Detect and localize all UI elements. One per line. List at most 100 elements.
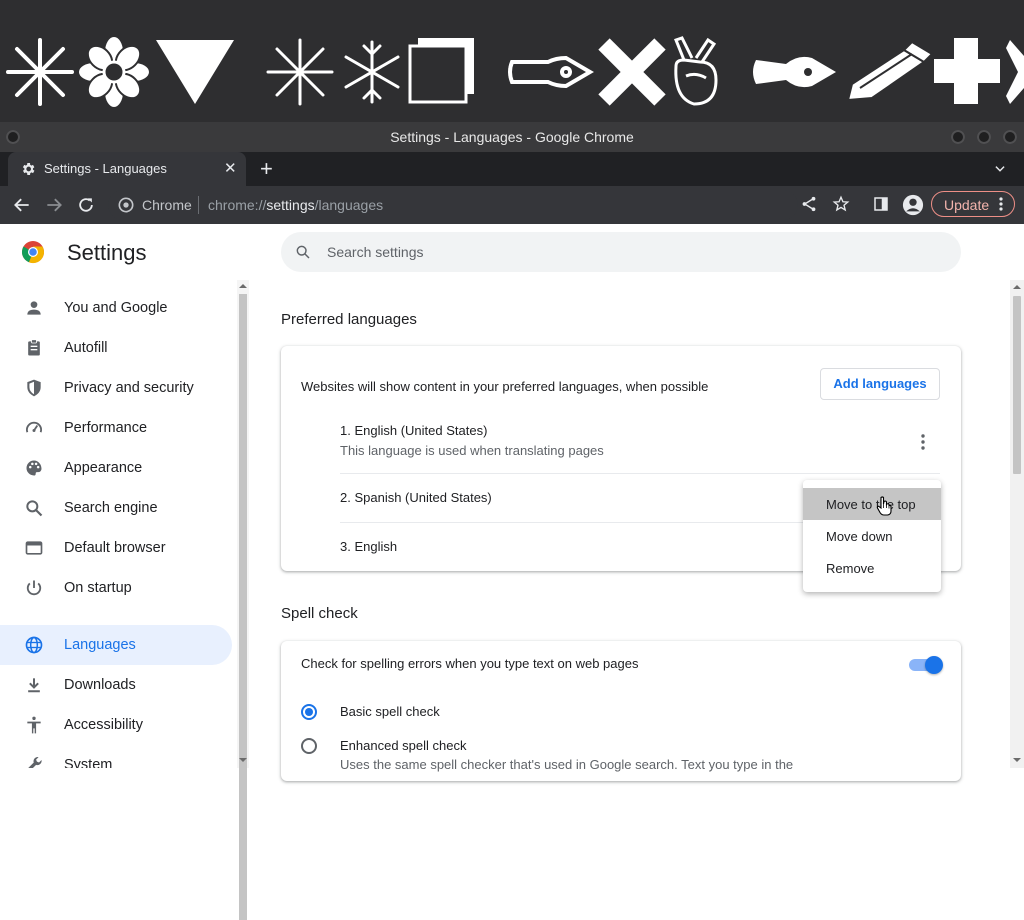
shadowed-square-glyph-icon: [408, 38, 474, 104]
spell-check-toggle-label: Check for spelling errors when you type …: [301, 656, 639, 671]
new-tab-button[interactable]: +: [260, 156, 273, 182]
desktop-background: [0, 0, 1024, 122]
sidebar-item-autofill[interactable]: Autofill: [0, 328, 232, 368]
scroll-up-arrow-icon[interactable]: [239, 282, 247, 290]
down-triangle-glyph-icon: [156, 40, 234, 104]
settings-title: Settings: [67, 240, 147, 265]
browser-toolbar: Chrome chrome://settings/languages Updat…: [0, 186, 1024, 224]
hand-cursor-icon: [876, 496, 892, 516]
sidebar-item-default-browser[interactable]: Default browser: [0, 528, 232, 568]
window-titlebar: Settings - Languages - Google Chrome: [0, 122, 1024, 152]
sidebar-item-on-startup[interactable]: On startup: [0, 568, 232, 608]
basic-spell-check-label: Basic spell check: [340, 704, 440, 719]
main-scrollbar-thumb[interactable]: [1013, 296, 1021, 474]
chrome-logo-icon: [21, 241, 45, 264]
shield-icon: [27, 379, 41, 397]
pen-nib-outline-glyph-icon: [508, 55, 594, 89]
asterisk-glyph-icon: [6, 38, 74, 106]
flower-glyph-icon: [77, 35, 151, 109]
more-vertical-icon: [999, 197, 1003, 211]
search-placeholder: Search settings: [327, 244, 424, 260]
heavy-x-glyph-icon: [598, 38, 666, 106]
address-separator: [198, 196, 199, 214]
language-item-3: 3. English: [340, 539, 398, 554]
tab-settings-languages[interactable]: Settings - Languages ✕: [8, 152, 246, 186]
update-button[interactable]: Update: [931, 191, 1015, 217]
sidebar-item-appearance[interactable]: Appearance: [0, 448, 232, 488]
language-item-2: 2. Spanish (United States): [340, 490, 492, 505]
sidebar-scrollbar-thumb[interactable]: [239, 294, 247, 920]
thin-asterisk-glyph-icon: [266, 38, 334, 106]
spell-check-card: Check for spelling errors when you type …: [281, 641, 961, 781]
search-icon: [296, 245, 310, 259]
browser-window-icon: [25, 541, 43, 555]
reload-icon[interactable]: [76, 195, 96, 215]
search-settings-input[interactable]: Search settings: [281, 232, 961, 272]
scroll-down-arrow-icon[interactable]: [1013, 756, 1021, 764]
language-more-actions-icon[interactable]: [913, 432, 933, 452]
accessibility-icon: [27, 716, 41, 734]
spell-check-toggle[interactable]: [909, 656, 943, 674]
forward-arrow-icon[interactable]: [44, 195, 64, 215]
close-window-button[interactable]: [1003, 130, 1017, 144]
clipboard-icon: [28, 339, 40, 356]
add-languages-button[interactable]: Add languages: [820, 368, 940, 400]
menu-item-move-to-top[interactable]: Move to the top: [803, 488, 941, 520]
power-icon: [26, 580, 42, 596]
address-url[interactable]: chrome://settings/languages: [208, 197, 383, 213]
sidebar-item-accessibility[interactable]: Accessibility: [0, 705, 232, 745]
sidebar-item-you-and-google[interactable]: You and Google: [0, 288, 232, 328]
profile-avatar-icon[interactable]: [902, 194, 924, 216]
tab-title: Settings - Languages: [44, 161, 167, 176]
scroll-down-arrow-icon[interactable]: [239, 756, 247, 764]
toggle-knob: [925, 656, 943, 674]
minimize-button[interactable]: [951, 130, 965, 144]
side-panel-icon[interactable]: [872, 195, 890, 213]
palette-icon: [26, 460, 42, 476]
victory-hand-glyph-icon: [674, 36, 718, 106]
sidebar-item-languages[interactable]: Languages: [0, 625, 232, 665]
globe-icon: [25, 636, 43, 654]
sidebar-item-privacy-and-security[interactable]: Privacy and security: [0, 368, 232, 408]
bookmark-star-icon[interactable]: [832, 195, 850, 213]
menu-item-remove[interactable]: Remove: [803, 552, 941, 584]
settings-header: Settings Search settings: [0, 224, 1024, 280]
pencil-glyph-icon: [846, 40, 934, 102]
site-label: Chrome: [142, 197, 192, 213]
enhanced-spell-check-sublabel: Uses the same spell checker that's used …: [340, 757, 794, 772]
chevron-glyph-icon: [1006, 40, 1024, 104]
address-bar[interactable]: Chrome chrome://settings/languages: [108, 190, 798, 220]
sidebar-item-performance[interactable]: Performance: [0, 408, 232, 448]
snowflake-glyph-icon: [344, 40, 400, 104]
sidebar-scrollbar[interactable]: [237, 280, 249, 920]
language-context-menu: Move to the top Move down Remove: [803, 480, 941, 592]
window-title: Settings - Languages - Google Chrome: [390, 129, 634, 145]
scroll-up-arrow-icon[interactable]: [1013, 283, 1021, 291]
share-icon[interactable]: [800, 195, 818, 213]
enhanced-spell-check-radio[interactable]: [301, 738, 317, 754]
basic-spell-check-radio[interactable]: [301, 704, 317, 720]
back-arrow-icon[interactable]: [12, 195, 32, 215]
tab-strip: Settings - Languages ✕ +: [0, 152, 1024, 186]
spell-check-heading: Spell check: [281, 605, 358, 622]
tab-close-icon[interactable]: ✕: [224, 159, 237, 177]
sidebar-item-system[interactable]: System: [0, 745, 232, 768]
download-icon: [28, 678, 40, 693]
main-scrollbar[interactable]: [1010, 280, 1024, 768]
gear-icon: [22, 163, 35, 175]
heavy-plus-glyph-icon: [934, 38, 1000, 104]
sidebar-item-search-engine[interactable]: Search engine: [0, 488, 232, 528]
language-item-1: 1. English (United States): [340, 423, 488, 438]
menu-item-move-down[interactable]: Move down: [803, 520, 941, 552]
sidebar-item-downloads[interactable]: Downloads: [0, 665, 232, 705]
language-item-1-sublabel: This language is used when translating p…: [340, 443, 604, 458]
chrome-site-icon: [118, 197, 134, 213]
speedometer-icon: [26, 421, 42, 433]
search-icon: [26, 500, 43, 517]
maximize-button[interactable]: [977, 130, 991, 144]
preferred-languages-description: Websites will show content in your prefe…: [301, 379, 709, 394]
language-row-divider: [340, 473, 940, 474]
tab-search-chevron-down-icon[interactable]: [993, 162, 1007, 176]
preferred-languages-heading: Preferred languages: [281, 311, 417, 328]
enhanced-spell-check-label: Enhanced spell check: [340, 738, 467, 753]
